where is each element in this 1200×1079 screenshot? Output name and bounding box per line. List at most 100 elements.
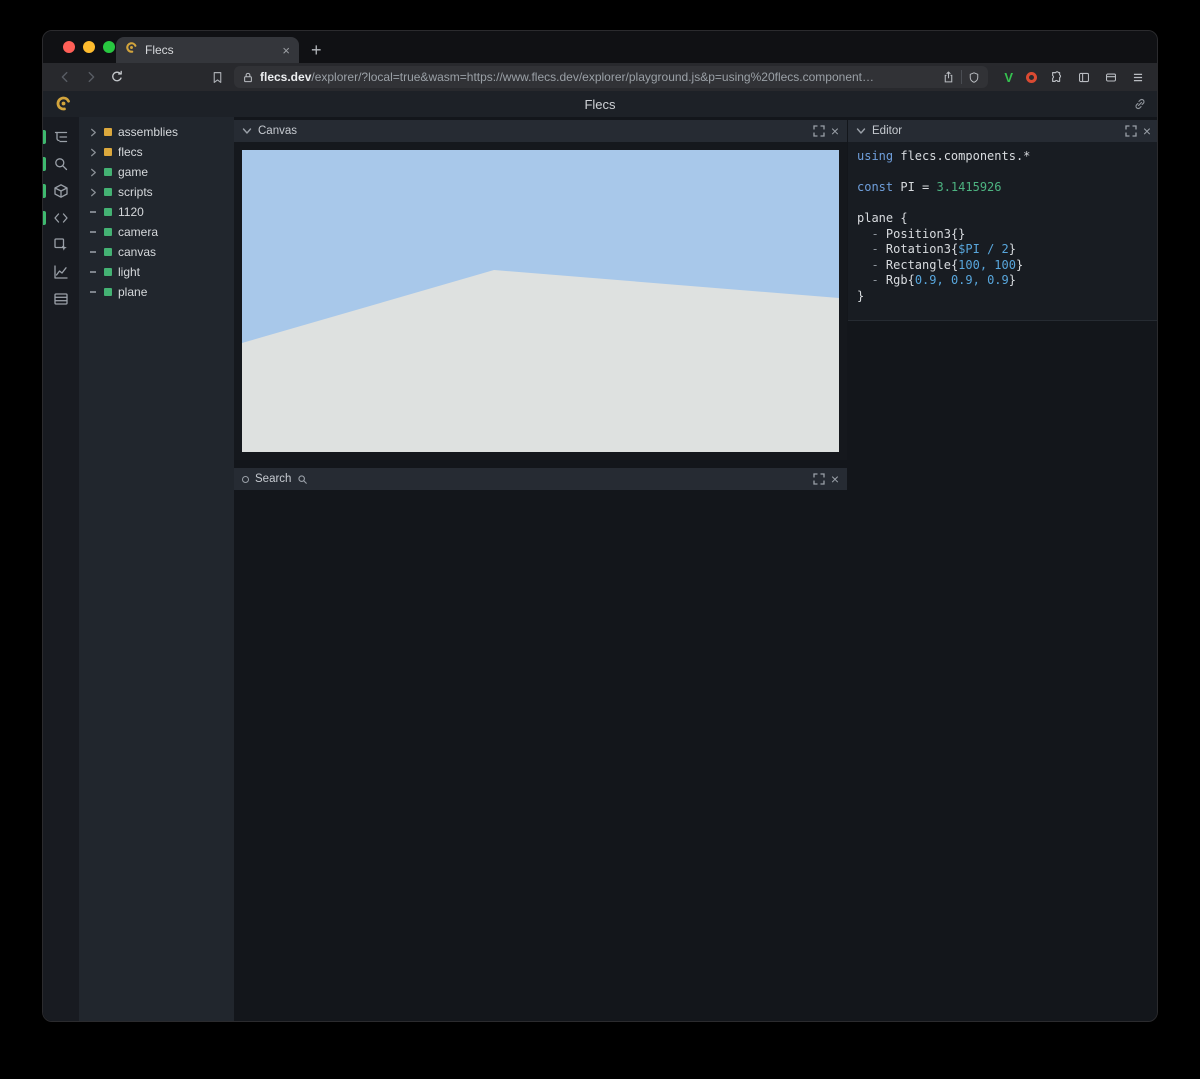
window-minimize-button[interactable] <box>83 41 95 53</box>
fullscreen-icon[interactable] <box>1125 125 1137 137</box>
tree-item-camera[interactable]: camera <box>79 222 234 242</box>
code-editor-icon[interactable] <box>43 210 79 226</box>
code-editor[interactable]: using flecs.components.* const PI = 3.14… <box>848 142 1158 321</box>
expand-chevron-icon[interactable] <box>88 128 98 137</box>
chevron-down-icon[interactable] <box>856 126 866 136</box>
chevron-down-icon[interactable] <box>242 126 252 136</box>
tree-item-game[interactable]: game <box>79 162 234 182</box>
code-line: plane { <box>857 211 1158 227</box>
leaf-dash-icon <box>88 251 98 253</box>
canvas-panel-title: Canvas <box>258 125 297 137</box>
tree-item-1120[interactable]: 1120 <box>79 202 234 222</box>
expand-chevron-icon[interactable] <box>88 148 98 157</box>
menu-icon[interactable] <box>1131 71 1145 84</box>
wallet-icon[interactable] <box>1104 71 1118 84</box>
code-line: using flecs.components.* <box>857 149 1158 165</box>
main-area: assemblies flecs game scripts 1120 camera canv… <box>43 117 1157 1021</box>
url-domain: flecs.dev <box>260 70 311 84</box>
tree-item-label: plane <box>118 285 147 299</box>
tree-item-label: assemblies <box>118 125 178 139</box>
leaf-dash-icon <box>88 231 98 233</box>
close-icon[interactable]: × <box>831 124 839 138</box>
entity-color-swatch <box>104 208 112 216</box>
extension-record-icon[interactable] <box>1026 72 1037 83</box>
search-panel: Search × <box>234 468 847 490</box>
search-icon[interactable] <box>43 156 79 172</box>
tree-item-label: 1120 <box>118 205 144 219</box>
tree-item-label: scripts <box>118 185 153 199</box>
leaf-dash-icon <box>88 211 98 213</box>
lock-icon[interactable] <box>242 71 254 84</box>
tree-item-label: camera <box>118 225 158 239</box>
address-bar[interactable]: flecs.dev/explorer/?local=true&wasm=http… <box>234 66 988 88</box>
new-tab-button[interactable]: + <box>311 41 322 59</box>
code-line: const PI = 3.1415926 <box>857 180 1158 196</box>
entity-color-swatch <box>104 268 112 276</box>
tree-item-assemblies[interactable]: assemblies <box>79 122 234 142</box>
data-table-icon[interactable] <box>43 291 79 307</box>
url-path: /explorer/?local=true&wasm=https://www.f… <box>311 70 874 84</box>
close-icon[interactable]: × <box>831 472 839 486</box>
canvas-panel: Canvas × <box>234 120 847 460</box>
code-line: - Position3{} <box>857 227 1158 243</box>
canvas-body <box>234 142 847 460</box>
collapsed-dot-icon[interactable] <box>242 476 249 483</box>
tree-item-canvas[interactable]: canvas <box>79 242 234 262</box>
editor-panel-header: Editor × <box>848 120 1158 142</box>
statistics-chart-icon[interactable] <box>43 264 79 280</box>
extension-v-icon[interactable]: V <box>1004 70 1013 85</box>
close-icon[interactable]: × <box>1143 124 1151 138</box>
entity-color-swatch <box>104 128 112 136</box>
tree-item-plane[interactable]: plane <box>79 282 234 302</box>
code-line <box>857 165 1158 181</box>
window-close-button[interactable] <box>63 41 75 53</box>
search-panel-header: Search × <box>234 468 847 490</box>
editor-panel: Editor × using flecs.components.* const … <box>848 120 1158 321</box>
flecs-favicon <box>125 41 138 59</box>
tree-item-light[interactable]: light <box>79 262 234 282</box>
tab-close-icon[interactable]: × <box>282 44 290 57</box>
expand-chevron-icon[interactable] <box>88 188 98 197</box>
inspector-pointer-icon[interactable] <box>43 237 79 253</box>
app-header: Flecs <box>43 91 1157 117</box>
leaf-dash-icon <box>88 291 98 293</box>
forward-icon[interactable] <box>81 67 101 87</box>
entity-color-swatch <box>104 148 112 156</box>
fullscreen-icon[interactable] <box>813 473 825 485</box>
tab-title: Flecs <box>145 43 275 57</box>
expand-chevron-icon[interactable] <box>88 168 98 177</box>
brave-shield-icon[interactable] <box>968 71 980 84</box>
browser-toolbar: flecs.dev/explorer/?local=true&wasm=http… <box>43 63 1157 91</box>
window-zoom-button[interactable] <box>103 41 115 53</box>
tree-item-label: game <box>118 165 148 179</box>
entities-box-icon[interactable] <box>43 183 79 199</box>
search-glass-icon <box>297 474 308 485</box>
editor-column: Editor × using flecs.components.* const … <box>847 117 1158 1021</box>
extensions-puzzle-icon[interactable] <box>1050 70 1064 84</box>
3d-viewport[interactable] <box>242 150 839 452</box>
tree-item-flecs[interactable]: flecs <box>79 142 234 162</box>
tree-item-label: light <box>118 265 140 279</box>
share-icon[interactable] <box>942 70 955 84</box>
sidebar-icon[interactable] <box>1077 71 1091 84</box>
fullscreen-icon[interactable] <box>813 125 825 137</box>
reload-icon[interactable] <box>107 67 127 87</box>
tab-strip: Flecs × + <box>43 31 1157 63</box>
canvas-panel-header: Canvas × <box>234 120 847 142</box>
browser-window: Flecs × + flecs.dev/explorer/?local=true… <box>42 30 1158 1022</box>
entity-tree-panel: assemblies flecs game scripts 1120 camera canv… <box>79 117 234 1021</box>
entity-tree-icon[interactable] <box>43 129 79 145</box>
entity-color-swatch <box>104 248 112 256</box>
share-link-icon[interactable] <box>1133 97 1147 116</box>
entity-color-swatch <box>104 188 112 196</box>
url-text[interactable]: flecs.dev/explorer/?local=true&wasm=http… <box>260 70 936 84</box>
code-line: - Rgb{0.9, 0.9, 0.9} <box>857 273 1158 289</box>
editor-panel-title: Editor <box>872 125 902 137</box>
bookmark-icon[interactable] <box>211 71 224 84</box>
tree-item-label: flecs <box>118 145 143 159</box>
browser-tab-flecs[interactable]: Flecs × <box>116 37 299 63</box>
tree-item-scripts[interactable]: scripts <box>79 182 234 202</box>
code-line <box>857 196 1158 212</box>
tree-item-label: canvas <box>118 245 156 259</box>
back-icon[interactable] <box>55 67 75 87</box>
